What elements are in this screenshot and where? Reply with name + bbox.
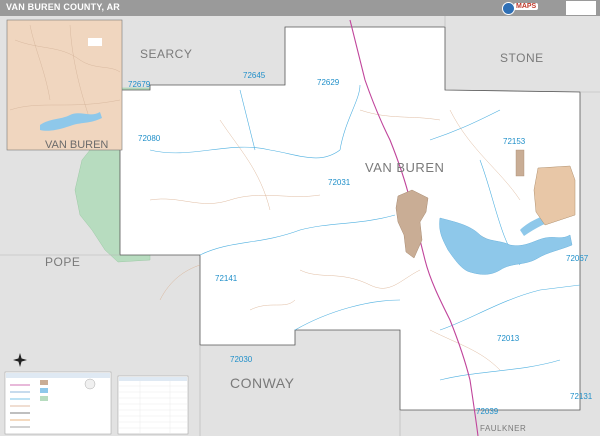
county-label-conway: CONWAY	[230, 375, 295, 391]
county-label-van-buren: VAN BUREN	[365, 160, 444, 175]
zip-code-table	[117, 375, 189, 435]
zip-label: 72013	[497, 334, 520, 343]
zip-label: 72679	[128, 80, 151, 89]
zip-label: 72629	[317, 78, 340, 87]
qr-code-icon	[566, 1, 596, 15]
fairfield-bay-city	[533, 165, 576, 226]
zip-label: 72141	[215, 274, 238, 283]
county-label-searcy: SEARCY	[140, 47, 192, 61]
zip-label: 72031	[328, 178, 351, 187]
title-bar: VAN BUREN COUNTY, AR MAPS	[0, 0, 600, 16]
state-inset-map[interactable]: VAN BUREN	[6, 19, 123, 151]
zip-label: 72645	[243, 71, 266, 80]
zip-label: 72067	[566, 254, 589, 263]
shirley-city	[515, 149, 525, 177]
zip-label: 72131	[570, 392, 593, 401]
publisher-logo[interactable]: MAPS	[502, 1, 564, 15]
zip-label: 72030	[230, 355, 253, 364]
county-label-stone: STONE	[500, 51, 544, 65]
county-label-pope: POPE	[45, 255, 80, 269]
county-label-faulkner: FAULKNER	[480, 424, 526, 433]
zip-label: 72080	[138, 134, 161, 143]
zip-label: 72153	[503, 137, 526, 146]
map-canvas[interactable]: SEARCY STONE VAN BUREN POPE CONWAY FAULK…	[0, 16, 600, 436]
zip-label: 72039	[476, 407, 499, 416]
logo-text: MAPS	[514, 3, 539, 10]
inset-label: VAN BUREN	[45, 139, 108, 151]
map-legend	[4, 371, 112, 435]
map-title: VAN BUREN COUNTY, AR	[6, 2, 121, 12]
